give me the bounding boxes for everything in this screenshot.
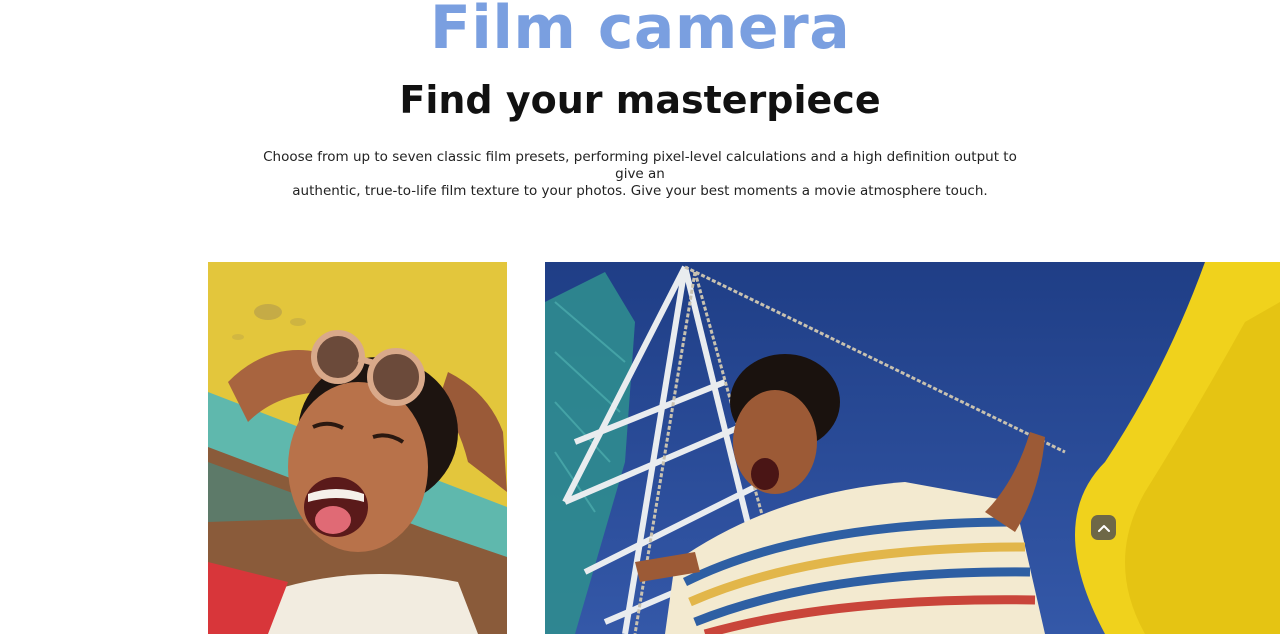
page: Film camera Find your masterpiece Choose… xyxy=(0,0,1280,634)
section-eyebrow: Film camera xyxy=(429,0,851,63)
photo-portrait-sunglasses-image xyxy=(208,262,507,634)
description-line: Choose from up to seven classic film pre… xyxy=(263,149,1017,182)
description-line: authentic, true-to-life film texture to … xyxy=(292,183,988,199)
chevron-up-icon xyxy=(1097,524,1110,532)
section-description: Choose from up to seven classic film pre… xyxy=(250,149,1030,200)
scroll-to-top-button[interactable] xyxy=(1091,515,1116,540)
section-headline: Find your masterpiece xyxy=(399,78,881,122)
gallery-photo-left xyxy=(208,262,507,634)
gallery-photo-right xyxy=(545,262,1280,634)
photo-swing-ride-image xyxy=(545,262,1280,634)
